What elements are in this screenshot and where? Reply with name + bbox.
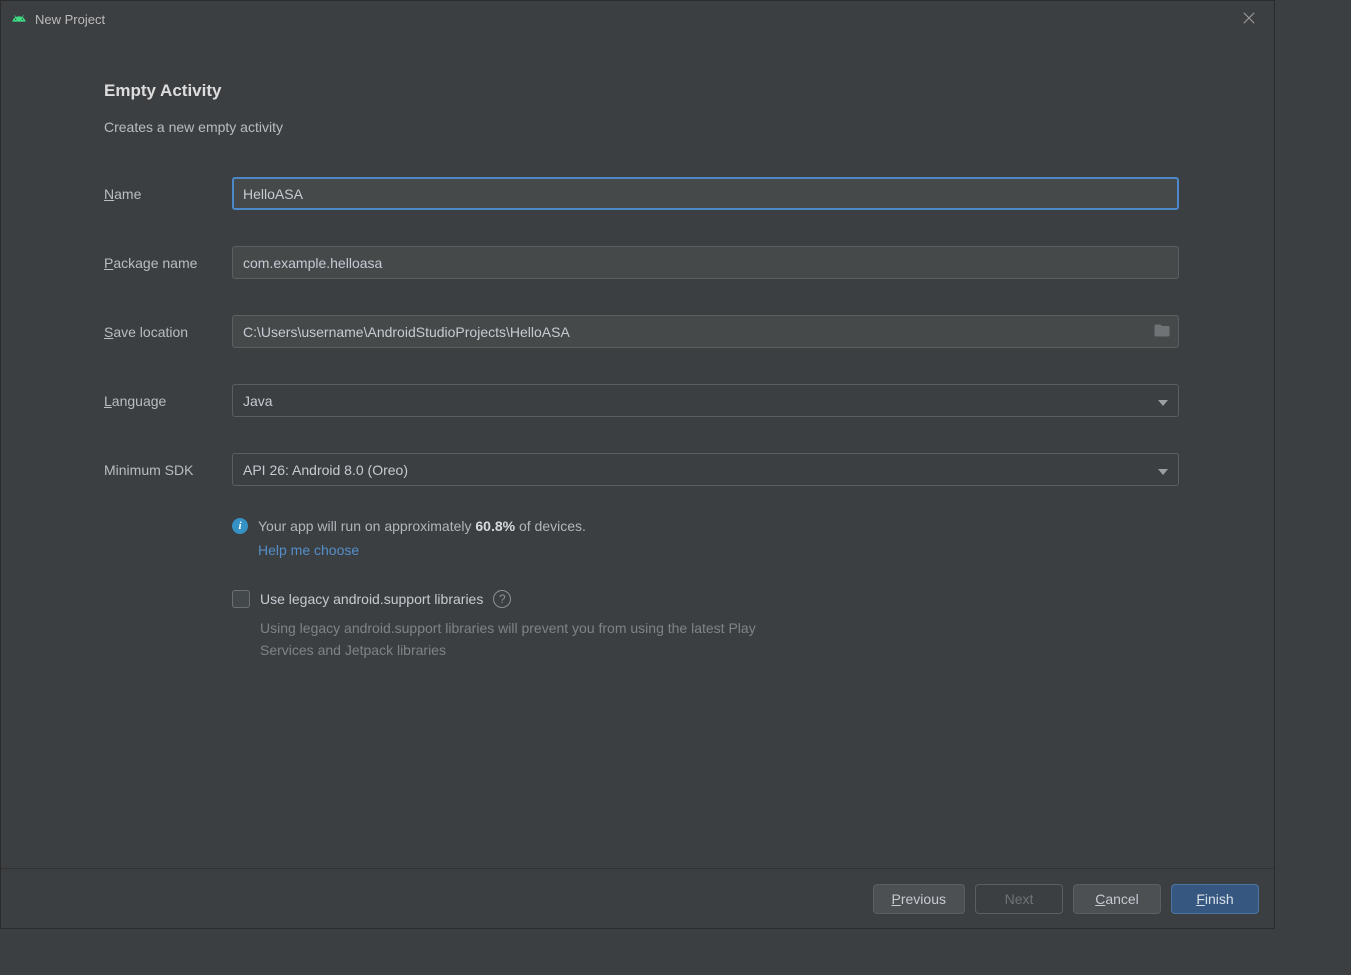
legacy-description: Using legacy android.support libraries w… [260,618,800,661]
language-select[interactable]: Java [232,384,1179,417]
window-title: New Project [35,12,105,27]
legacy-checkbox-label: Use legacy android.support libraries [260,591,483,607]
minimum-sdk-select[interactable]: API 26: Android 8.0 (Oreo) [232,453,1179,486]
titlebar: New Project [1,1,1274,37]
label-package: Package name [104,255,232,271]
chevron-down-icon [1158,393,1168,409]
name-field[interactable] [232,177,1179,210]
page-title: Empty Activity [104,81,1179,101]
label-save-location: Save location [104,324,232,340]
label-minimum-sdk: Minimum SDK [104,462,232,478]
label-language: Language [104,393,232,409]
sdk-info-text: Your app will run on approximately 60.8%… [258,518,586,534]
row-package: Package name [104,246,1179,279]
save-location-field[interactable] [232,315,1179,348]
finish-button[interactable]: Finish [1171,884,1259,914]
minimum-sdk-select-value: API 26: Android 8.0 (Oreo) [243,462,408,478]
sdk-info: i Your app will run on approximately 60.… [232,518,1179,558]
next-button: Next [975,884,1063,914]
close-icon[interactable] [1234,5,1264,34]
folder-icon[interactable] [1153,321,1171,342]
help-me-choose-link[interactable]: Help me choose [258,542,1179,558]
row-language: Language Java [104,384,1179,417]
row-minimum-sdk: Minimum SDK API 26: Android 8.0 (Oreo) [104,453,1179,486]
new-project-dialog: New Project Empty Activity Creates a new… [0,0,1275,929]
previous-button[interactable]: Previous [873,884,965,914]
row-name: Name [104,177,1179,210]
android-icon [11,11,27,27]
row-save-location: Save location [104,315,1179,348]
cancel-button[interactable]: Cancel [1073,884,1161,914]
legacy-checkbox-row: Use legacy android.support libraries ? [232,590,1179,608]
button-bar: Previous Next Cancel Finish [1,868,1274,928]
page-subtitle: Creates a new empty activity [104,119,1179,135]
language-select-value: Java [243,393,273,409]
label-name: Name [104,186,232,202]
info-icon: i [232,518,248,534]
legacy-checkbox[interactable] [232,590,250,608]
chevron-down-icon [1158,462,1168,478]
help-icon[interactable]: ? [493,590,511,608]
package-field[interactable] [232,246,1179,279]
